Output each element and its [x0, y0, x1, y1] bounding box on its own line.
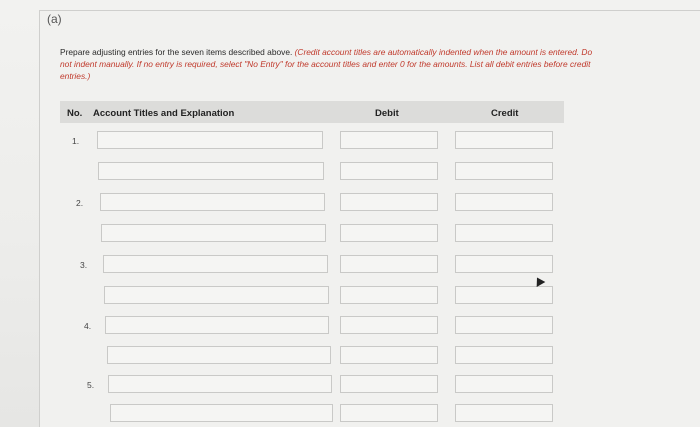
instructions-text: Prepare adjusting entries for the seven … — [60, 47, 295, 57]
account-title-input[interactable] — [107, 346, 331, 364]
header-debit: Debit — [375, 108, 399, 119]
debit-input[interactable] — [340, 255, 438, 273]
part-label: (a) — [47, 12, 62, 26]
debit-input[interactable] — [340, 404, 438, 422]
debit-input[interactable] — [340, 193, 438, 211]
credit-input[interactable] — [455, 404, 553, 422]
account-title-input[interactable] — [110, 404, 333, 422]
credit-input[interactable] — [455, 286, 553, 304]
credit-input[interactable] — [455, 316, 553, 334]
debit-input[interactable] — [340, 286, 438, 304]
instructions: Prepare adjusting entries for the seven … — [60, 46, 600, 83]
account-title-input[interactable] — [101, 224, 326, 242]
credit-input[interactable] — [455, 162, 553, 180]
table-header: No. Account Titles and Explanation Debit… — [60, 101, 564, 123]
debit-input[interactable] — [340, 162, 438, 180]
row-number: 4. — [84, 321, 92, 331]
debit-input[interactable] — [340, 224, 438, 242]
credit-input[interactable] — [455, 193, 553, 211]
debit-input[interactable] — [340, 316, 438, 334]
row-number: 2. — [76, 198, 84, 208]
credit-input[interactable] — [455, 346, 553, 364]
page: (a) Prepare adjusting entries for the se… — [0, 0, 700, 427]
debit-input[interactable] — [340, 131, 438, 149]
row-number: 5. — [87, 380, 95, 390]
credit-input[interactable] — [455, 224, 553, 242]
credit-input[interactable] — [455, 255, 553, 273]
account-title-input[interactable] — [100, 193, 325, 211]
row-number: 3. — [80, 260, 88, 270]
header-credit: Credit — [491, 108, 519, 119]
debit-input[interactable] — [340, 346, 438, 364]
account-title-input[interactable] — [108, 375, 332, 393]
header-no: No. — [67, 108, 83, 119]
account-title-input[interactable] — [104, 286, 329, 304]
credit-input[interactable] — [455, 375, 553, 393]
account-title-input[interactable] — [98, 162, 324, 180]
account-title-input[interactable] — [97, 131, 323, 149]
account-title-input[interactable] — [105, 316, 329, 334]
row-number: 1. — [72, 136, 80, 146]
debit-input[interactable] — [340, 375, 438, 393]
account-title-input[interactable] — [103, 255, 328, 273]
header-account-titles: Account Titles and Explanation — [93, 108, 235, 119]
credit-input[interactable] — [455, 131, 553, 149]
